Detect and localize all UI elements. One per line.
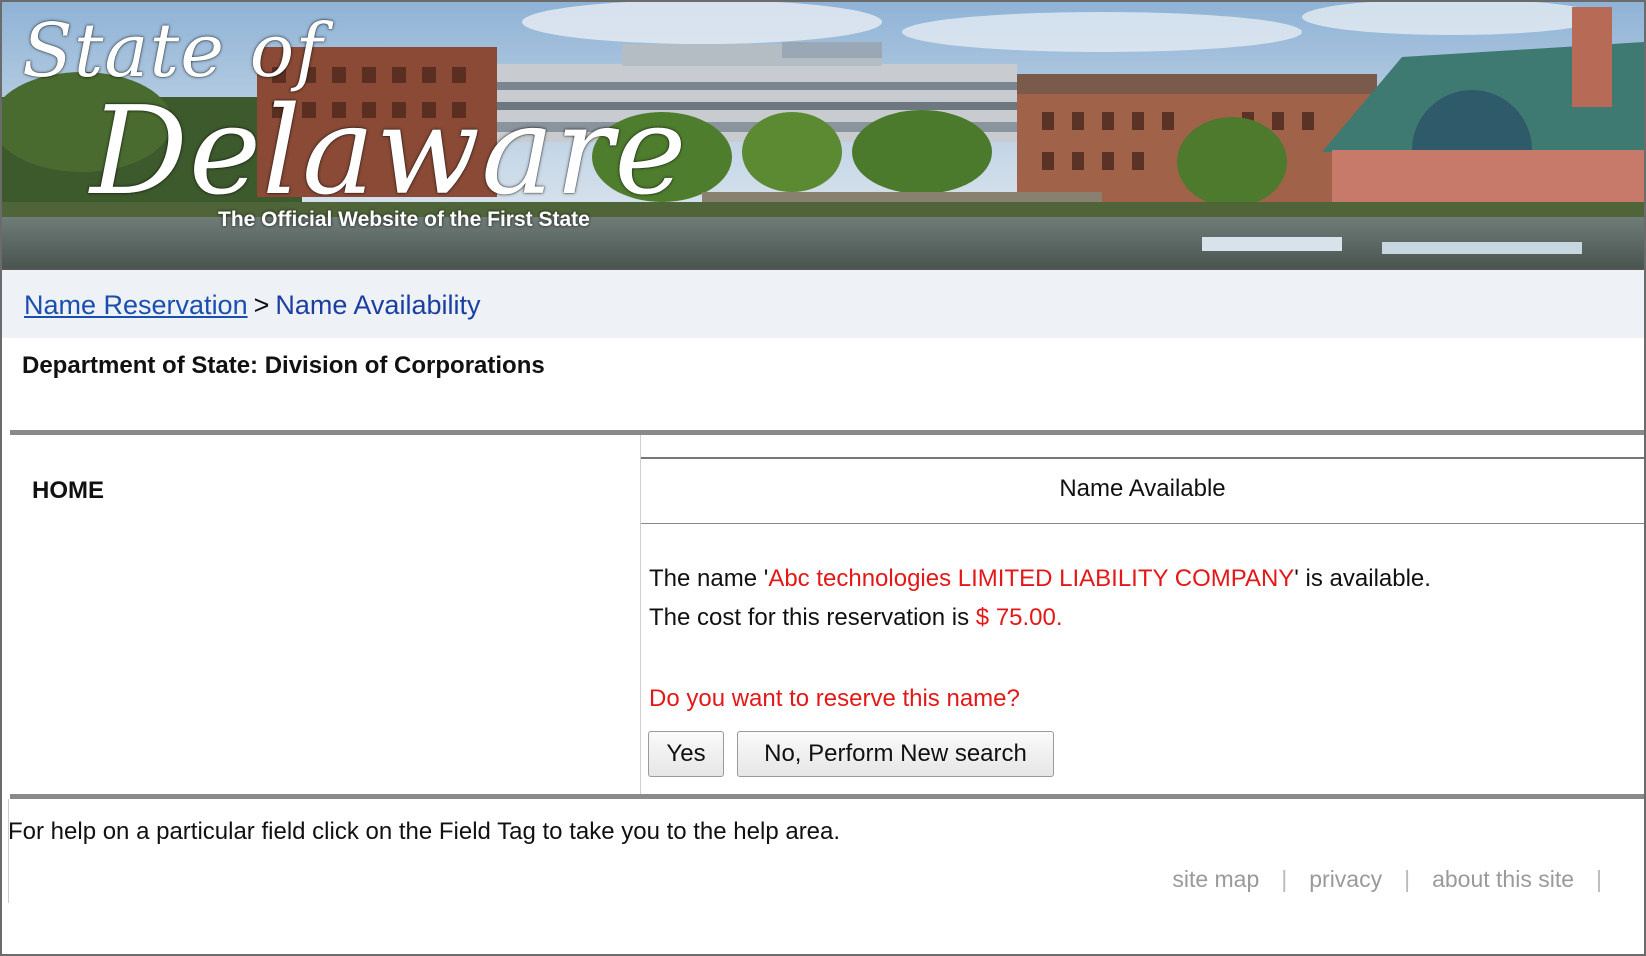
help-text: For help on a particular field click on …: [8, 818, 841, 845]
footer-separator: |: [1596, 866, 1602, 892]
department-title: Department of State: Division of Corpora…: [22, 352, 545, 379]
site-tagline: The Official Website of the First State: [218, 208, 590, 231]
site-title-line2: Delaware: [90, 80, 688, 222]
footer-link-about[interactable]: about this site: [1432, 866, 1574, 892]
breadcrumb-bar: Name Reservation > Name Availability: [2, 270, 1644, 338]
cost-prefix: The cost for this reservation is: [649, 604, 976, 631]
msg-suffix: ' is available.: [1294, 565, 1431, 592]
result-header: Name Available: [1059, 475, 1226, 502]
yes-button[interactable]: Yes: [648, 731, 724, 777]
breadcrumb-current: Name Availability: [275, 290, 481, 320]
panel-rule-top: [641, 457, 1644, 459]
header-banner: State of Delaware The Official Website o…: [2, 2, 1644, 270]
breadcrumb-link-name-reservation[interactable]: Name Reservation: [24, 290, 248, 320]
result-panel: Name Available The name 'Abc technologie…: [641, 435, 1644, 794]
breadcrumb: Name Reservation > Name Availability: [24, 290, 480, 321]
left-nav: HOME: [10, 435, 640, 794]
msg-prefix: The name ': [649, 565, 769, 592]
footer-link-site-map[interactable]: site map: [1172, 866, 1259, 892]
cost-value: $ 75.00.: [975, 604, 1063, 631]
entity-name: Abc technologies LIMITED LIABILITY COMPA…: [768, 565, 1295, 592]
availability-message: The name 'Abc technologies LIMITED LIABI…: [649, 565, 1431, 593]
divider-bottom: [10, 794, 1644, 799]
reserve-question: Do you want to reserve this name?: [649, 685, 1020, 712]
panel-rule-header: [641, 523, 1644, 524]
new-search-button[interactable]: No, Perform New search: [737, 731, 1054, 777]
footer-separator: |: [1281, 866, 1288, 892]
breadcrumb-separator: >: [253, 290, 270, 320]
footer-link-privacy[interactable]: privacy: [1309, 866, 1382, 892]
cost-message: The cost for this reservation is $ 75.00…: [649, 604, 1063, 632]
nav-home-link[interactable]: HOME: [32, 477, 104, 505]
footer-links: site map | privacy | about this site |: [1172, 866, 1624, 893]
footer-left-edge: [8, 799, 9, 903]
footer-separator: |: [1404, 866, 1411, 892]
browser-page: State of Delaware The Official Website o…: [0, 0, 1646, 956]
